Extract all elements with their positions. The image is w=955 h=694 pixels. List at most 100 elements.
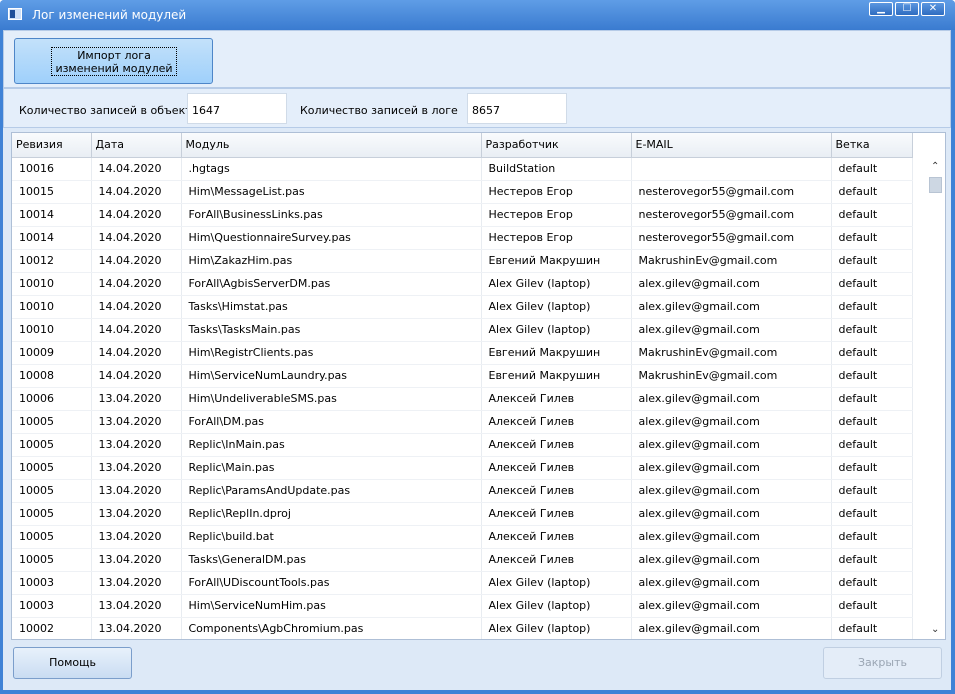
table-cell: default: [831, 525, 913, 549]
table-cell: Him\ZakazHim.pas: [181, 249, 482, 273]
table-row[interactable]: 10006 13.04.2020 Him\UndeliverableSMS.pas А…: [12, 387, 913, 411]
table-row[interactable]: 10016 14.04.2020 .hgtags BuildStation defaul…: [12, 157, 913, 181]
table-cell: BuildStation: [481, 157, 632, 181]
table-row[interactable]: 10005 13.04.2020 Replic\build.bat Алексей Г…: [12, 525, 913, 549]
column-header[interactable]: Разработчик: [481, 133, 632, 158]
table-row[interactable]: 10015 14.04.2020 Him\MessageList.pas Нестер…: [12, 180, 913, 204]
table-cell: default: [831, 272, 913, 296]
table-row[interactable]: 10008 14.04.2020 Him\ServiceNumLaundry.pas…: [12, 364, 913, 388]
vertical-scrollbar[interactable]: ⌃ ⌄: [927, 157, 945, 639]
window-controls: ▁ ☐ ✕: [869, 2, 945, 16]
table-cell: 10005: [12, 548, 92, 572]
table-cell: ForAll\DM.pas: [181, 410, 482, 434]
table-cell: 14.04.2020: [91, 364, 182, 388]
table-cell: .hgtags: [181, 157, 482, 181]
client-area: Импорт лога изменений модулей Количество…: [3, 30, 951, 690]
app-window: Лог изменений модулей ▁ ☐ ✕ Импорт лога …: [0, 0, 955, 694]
table-cell: default: [831, 410, 913, 434]
table-cell: Him\ServiceNumHim.pas: [181, 594, 482, 618]
table-cell: Алексей Гилев: [481, 410, 632, 434]
table-cell: Алексей Гилев: [481, 387, 632, 411]
table-cell: alex.gilev@gmail.com: [631, 548, 832, 572]
table-cell: MakrushinEv@gmail.com: [631, 341, 832, 365]
table-cell: 14.04.2020: [91, 318, 182, 342]
scroll-up-icon[interactable]: ⌃: [931, 161, 939, 172]
table-cell: Replic\ReplIn.dproj: [181, 502, 482, 526]
table-cell: Нестеров Егор: [481, 180, 632, 204]
close-window-button[interactable]: ✕: [921, 2, 945, 16]
app-icon[interactable]: [8, 8, 22, 20]
table-row[interactable]: 10009 14.04.2020 Him\RegistrClients.pas Евг…: [12, 341, 913, 365]
table-cell: default: [831, 341, 913, 365]
table-row[interactable]: 10005 13.04.2020 Replic\InMain.pas Алексей …: [12, 433, 913, 457]
table-row[interactable]: 10010 14.04.2020 ForAll\AgbisServerDM.pas A…: [12, 272, 913, 296]
table-cell: Евгений Макрушин: [481, 249, 632, 273]
title-bar[interactable]: Лог изменений модулей ▁ ☐ ✕: [0, 0, 955, 30]
table-row[interactable]: 10003 13.04.2020 ForAll\UDiscountTools.pas…: [12, 571, 913, 595]
table-cell: Алексей Гилев: [481, 548, 632, 572]
counts-panel: Количество записей в объекте 1647 Количе…: [3, 88, 951, 128]
table-cell: Alex Gilev (laptop): [481, 272, 632, 296]
table-cell: Нестеров Егор: [481, 203, 632, 227]
table-cell: 14.04.2020: [91, 249, 182, 273]
table-cell: 10005: [12, 456, 92, 480]
table-cell: 10008: [12, 364, 92, 388]
table-cell: 10005: [12, 410, 92, 434]
table-cell: Replic\Main.pas: [181, 456, 482, 480]
table-cell: Алексей Гилев: [481, 456, 632, 480]
table-cell: 13.04.2020: [91, 456, 182, 480]
table-row[interactable]: 10014 14.04.2020 ForAll\BusinessLinks.pas Н…: [12, 203, 913, 227]
table-cell: Tasks\GeneralDM.pas: [181, 548, 482, 572]
table-cell: Replic\ParamsAndUpdate.pas: [181, 479, 482, 503]
table-cell: 14.04.2020: [91, 341, 182, 365]
table-cell: alex.gilev@gmail.com: [631, 525, 832, 549]
table-cell: 13.04.2020: [91, 571, 182, 595]
table-cell: Alex Gilev (laptop): [481, 295, 632, 319]
table-cell: 14.04.2020: [91, 203, 182, 227]
table-row[interactable]: 10010 14.04.2020 Tasks\TasksMain.pas Alex G…: [12, 318, 913, 342]
table-row[interactable]: 10005 13.04.2020 Replic\ParamsAndUpdate.pa…: [12, 479, 913, 503]
log-count-field[interactable]: 8657: [467, 93, 567, 124]
object-count-field[interactable]: 1647: [187, 93, 287, 124]
import-log-button[interactable]: Импорт лога изменений модулей: [14, 38, 213, 84]
object-count-label: Количество записей в объекте: [19, 104, 199, 117]
table-cell: 13.04.2020: [91, 410, 182, 434]
table-cell: ForAll\BusinessLinks.pas: [181, 203, 482, 227]
table-cell: 10012: [12, 249, 92, 273]
table-cell: Евгений Макрушин: [481, 341, 632, 365]
maximize-button[interactable]: ☐: [895, 2, 919, 16]
table-cell: 13.04.2020: [91, 479, 182, 503]
table-row[interactable]: 10003 13.04.2020 Him\ServiceNumHim.pas Alex…: [12, 594, 913, 618]
table-cell: 10003: [12, 571, 92, 595]
table-row[interactable]: 10014 14.04.2020 Him\QuestionnaireSurvey.p…: [12, 226, 913, 250]
column-header[interactable]: Дата: [91, 133, 182, 158]
close-button[interactable]: Закрыть: [823, 647, 942, 679]
table-row[interactable]: 10005 13.04.2020 Tasks\GeneralDM.pas Алексе…: [12, 548, 913, 572]
table-cell: default: [831, 364, 913, 388]
table-cell: default: [831, 479, 913, 503]
help-button[interactable]: Помощь: [13, 647, 132, 679]
table-cell: Алексей Гилев: [481, 502, 632, 526]
column-header[interactable]: E-MAIL: [631, 133, 832, 158]
scroll-down-icon[interactable]: ⌄: [931, 624, 939, 635]
log-table[interactable]: Ревизия Дата Модуль Разработчик E-MAIL Ветка …: [11, 132, 946, 640]
table-cell: alex.gilev@gmail.com: [631, 502, 832, 526]
scrollbar-thumb[interactable]: [929, 177, 942, 193]
table-cell: 14.04.2020: [91, 180, 182, 204]
table-row[interactable]: 10005 13.04.2020 Replic\Main.pas Алексей Ги…: [12, 456, 913, 480]
column-header[interactable]: Ветка: [831, 133, 913, 158]
table-row[interactable]: 10005 13.04.2020 ForAll\DM.pas Алексей Гиле…: [12, 410, 913, 434]
table-row[interactable]: 10010 14.04.2020 Tasks\Himstat.pas Alex Gil…: [12, 295, 913, 319]
table-row[interactable]: 10002 13.04.2020 Components\AgbChromium.pa…: [12, 617, 913, 639]
column-header[interactable]: Модуль: [181, 133, 482, 158]
table-cell: Алексей Гилев: [481, 525, 632, 549]
table-cell: 14.04.2020: [91, 295, 182, 319]
column-header[interactable]: Ревизия: [12, 133, 92, 158]
table-cell: alex.gilev@gmail.com: [631, 456, 832, 480]
table-cell: default: [831, 617, 913, 639]
table-row[interactable]: 10005 13.04.2020 Replic\ReplIn.dproj Алексе…: [12, 502, 913, 526]
table-cell: 10005: [12, 479, 92, 503]
minimize-button[interactable]: ▁: [869, 2, 893, 16]
table-row[interactable]: 10012 14.04.2020 Him\ZakazHim.pas Евгений М…: [12, 249, 913, 273]
import-log-label: Импорт лога изменений модулей: [51, 47, 177, 76]
